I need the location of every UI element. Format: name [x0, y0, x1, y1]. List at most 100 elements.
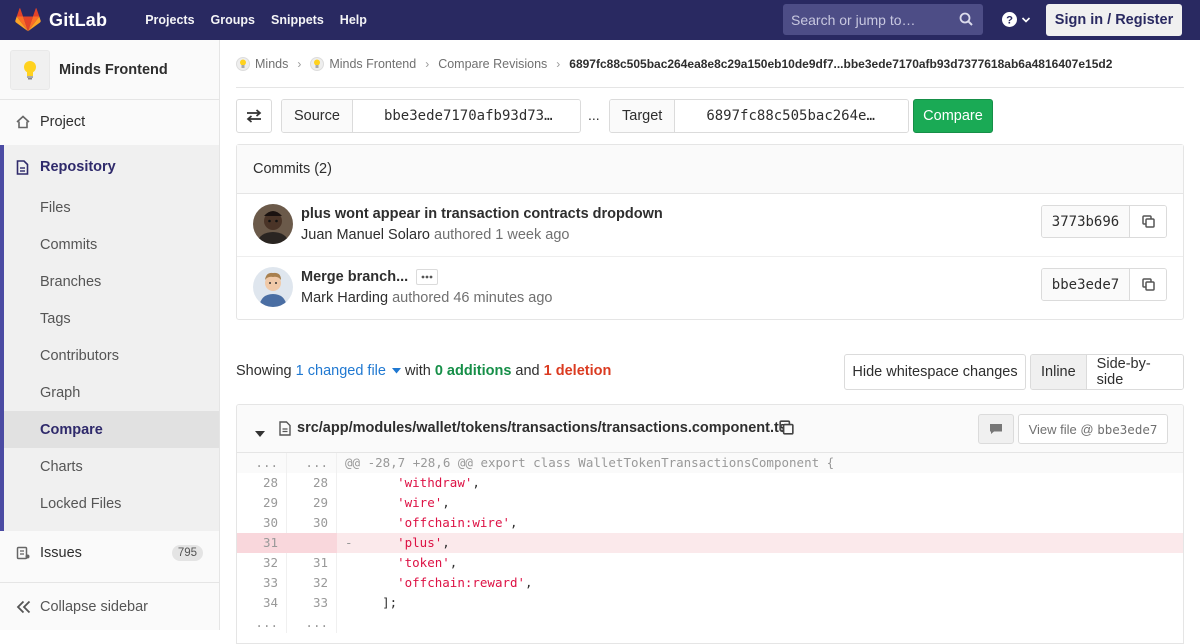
caret-down-icon: [391, 368, 401, 374]
diff-table: ... ... @@ -28,7 +28,6 @@ export class W…: [237, 453, 1183, 633]
search-box: [783, 4, 983, 35]
gitlab-logo-icon: [15, 8, 41, 32]
old-line-number[interactable]: 31: [237, 533, 287, 553]
sidebar-subitem-compare[interactable]: Compare: [4, 411, 219, 448]
collapse-sidebar-button[interactable]: Collapse sidebar: [0, 582, 219, 630]
author-avatar[interactable]: [253, 204, 293, 244]
compare-button[interactable]: Compare: [913, 99, 993, 133]
sidebar-subitem-graph[interactable]: Graph: [4, 374, 219, 411]
author-avatar[interactable]: [253, 267, 293, 307]
code-string: 'plus': [397, 535, 443, 550]
project-sidebar: Minds Frontend Project Repository Files …: [0, 40, 220, 630]
commit-title-row: Merge branch...: [301, 269, 439, 285]
breadcrumb-item-minds[interactable]: Minds: [236, 56, 288, 71]
home-icon: [16, 115, 32, 129]
copy-sha-button[interactable]: [1130, 206, 1166, 237]
commit-title-link[interactable]: plus wont appear in transaction contract…: [301, 206, 663, 222]
code-string: 'offchain:reward': [397, 575, 526, 590]
new-line-number[interactable]: 30: [287, 513, 337, 533]
view-file-button[interactable]: View file @ bbe3ede7: [1018, 414, 1168, 444]
new-line-number[interactable]: 31: [287, 553, 337, 573]
old-line-number[interactable]: 32: [237, 553, 287, 573]
help-dropdown[interactable]: ?: [1002, 12, 1031, 27]
source-revision-dropdown[interactable]: bbe3ede7170afb93d73…: [352, 100, 580, 132]
sidebar-subitem-branches[interactable]: Branches: [4, 263, 219, 300]
commit-author-link[interactable]: Mark Harding: [301, 290, 388, 306]
new-line-number[interactable]: 28: [287, 473, 337, 493]
nav-link-projects[interactable]: Projects: [137, 0, 202, 40]
inline-view-button[interactable]: Inline: [1031, 355, 1087, 389]
commits-list: Commits (2) plus wont appear in transact…: [236, 144, 1184, 320]
sidebar-item-issues[interactable]: Issues 795: [0, 535, 219, 571]
collapse-sidebar-label: Collapse sidebar: [40, 598, 149, 615]
sidebar-subitem-contributors[interactable]: Contributors: [4, 337, 219, 374]
new-line-number[interactable]: 32: [287, 573, 337, 593]
old-line-number[interactable]: 33: [237, 573, 287, 593]
target-revision-dropdown[interactable]: 6897fc88c505bac264e…: [675, 100, 908, 132]
diff-code: ];: [337, 593, 1183, 613]
commit-title-link[interactable]: Merge branch...: [301, 269, 408, 285]
sidebar-subitem-charts[interactable]: Charts: [4, 448, 219, 485]
side-by-side-view-button[interactable]: Side-by-side: [1086, 355, 1183, 389]
diff-code: 'offchain:wire',: [337, 513, 1183, 533]
old-line-number[interactable]: ...: [237, 613, 287, 633]
file-icon: [279, 421, 291, 439]
new-line-number[interactable]: [287, 533, 337, 553]
commit-verb: authored: [434, 227, 492, 243]
chevron-down-icon: [1021, 16, 1031, 23]
old-line-number[interactable]: ...: [237, 453, 287, 473]
sidebar-item-project[interactable]: Project: [0, 104, 219, 140]
sidebar-item-label: Project: [40, 114, 86, 130]
file-path-link[interactable]: src/app/modules/wallet/tokens/transactio…: [297, 420, 787, 436]
commit-sha-link[interactable]: bbe3ede7: [1042, 269, 1130, 300]
swap-revisions-button[interactable]: [236, 99, 272, 133]
nav-link-snippets[interactable]: Snippets: [263, 0, 332, 40]
sign-in-register-button[interactable]: Sign in / Register: [1046, 4, 1182, 36]
search-icon[interactable]: [959, 12, 973, 29]
old-line-number[interactable]: 34: [237, 593, 287, 613]
breadcrumb-item-minds-frontend[interactable]: Minds Frontend: [310, 56, 416, 71]
sidebar-subitem-locked-files[interactable]: Locked Files: [4, 485, 219, 522]
old-line-number[interactable]: 30: [237, 513, 287, 533]
sidebar-item-repository[interactable]: Repository: [4, 145, 219, 189]
commit-time: 46 minutes ago: [453, 290, 553, 306]
nav-link-groups[interactable]: Groups: [203, 0, 263, 40]
copy-file-path-button[interactable]: [779, 420, 794, 438]
target-label: Target: [610, 100, 676, 132]
commit-sha-link[interactable]: 3773b696: [1042, 206, 1130, 237]
copy-sha-button[interactable]: [1130, 269, 1166, 300]
expand-commit-message-button[interactable]: [416, 269, 439, 285]
gitlab-home-link[interactable]: GitLab: [15, 0, 107, 40]
copy-icon: [779, 420, 794, 435]
new-line-number[interactable]: ...: [287, 613, 337, 633]
breadcrumb-current[interactable]: 6897fc88c505bac264ea8e8c29a150eb10de9df7…: [569, 57, 1112, 71]
diff-code: 'withdraw',: [337, 473, 1183, 493]
new-line-number[interactable]: ...: [287, 453, 337, 473]
diff-line: 33 32 'offchain:reward',: [237, 573, 1183, 593]
main-content: Minds › Minds Frontend › Compare Revisio…: [236, 40, 1184, 644]
showing-label: Showing: [236, 363, 292, 379]
hide-whitespace-button[interactable]: Hide whitespace changes: [844, 354, 1026, 390]
new-line-number[interactable]: 33: [287, 593, 337, 613]
svg-text:?: ?: [1006, 15, 1013, 27]
breadcrumb-item-compare-revisions[interactable]: Compare Revisions: [438, 57, 547, 71]
old-line-number[interactable]: 28: [237, 473, 287, 493]
search-input[interactable]: [791, 11, 956, 28]
commit-author-link[interactable]: Juan Manuel Solaro: [301, 227, 430, 243]
sidebar-subitem-tags[interactable]: Tags: [4, 300, 219, 337]
changed-files-dropdown[interactable]: 1 changed file: [296, 363, 401, 379]
collapse-file-toggle[interactable]: [255, 424, 265, 440]
ellipsis-icon: [421, 275, 433, 279]
nav-link-help[interactable]: Help: [332, 0, 375, 40]
old-line-number[interactable]: 29: [237, 493, 287, 513]
breadcrumb: Minds › Minds Frontend › Compare Revisio…: [236, 40, 1184, 88]
sidebar-subitem-files[interactable]: Files: [4, 189, 219, 226]
sidebar-project-header[interactable]: Minds Frontend: [0, 40, 219, 100]
sidebar-subitem-commits[interactable]: Commits: [4, 226, 219, 263]
comment-button[interactable]: [978, 414, 1014, 444]
diff-file: src/app/modules/wallet/tokens/transactio…: [236, 404, 1184, 644]
revision-separator: ...: [588, 107, 600, 123]
new-line-number[interactable]: 29: [287, 493, 337, 513]
